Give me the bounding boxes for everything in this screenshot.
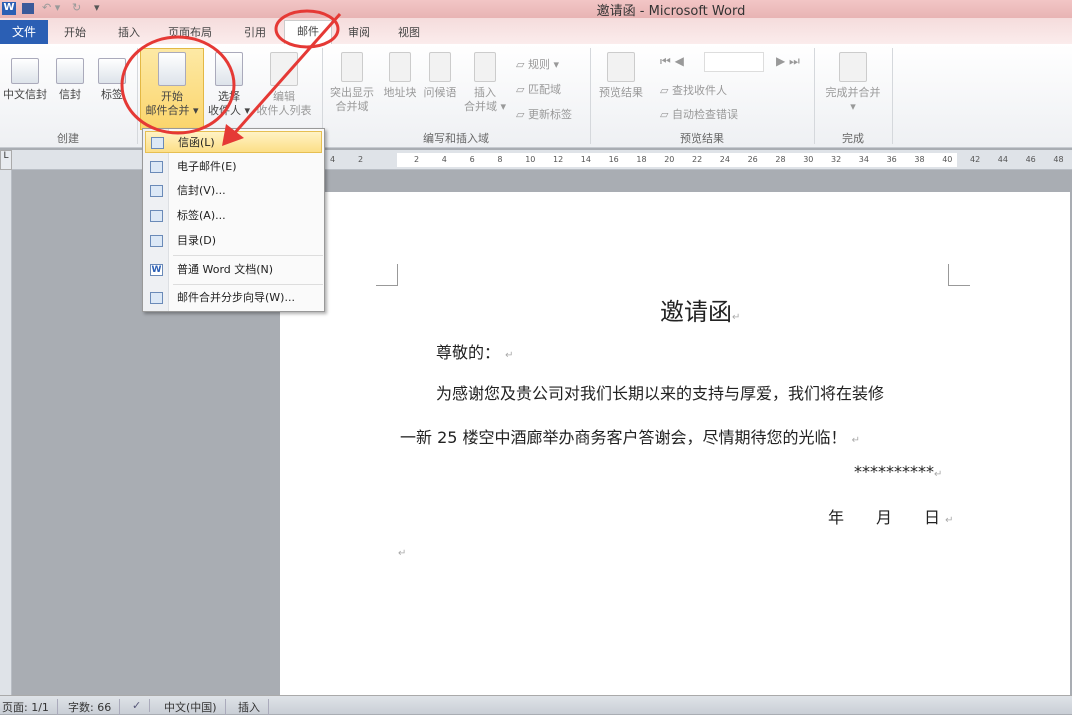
status-bar: 页面: 1/1 字数: 66 ✓ 中文(中国) 插入 — [0, 695, 1072, 715]
insert-mode[interactable]: 插入 — [238, 699, 269, 715]
language[interactable]: 中文(中国) — [164, 699, 226, 715]
annotation-overlay — [120, 9, 342, 146]
page-count[interactable]: 页面: 1/1 — [2, 699, 58, 715]
proofing-icon[interactable]: ✓ — [132, 699, 151, 712]
annotation-circle-button — [120, 35, 236, 135]
annotation-arrow — [230, 13, 342, 137]
word-count[interactable]: 字数: 66 — [68, 699, 121, 715]
